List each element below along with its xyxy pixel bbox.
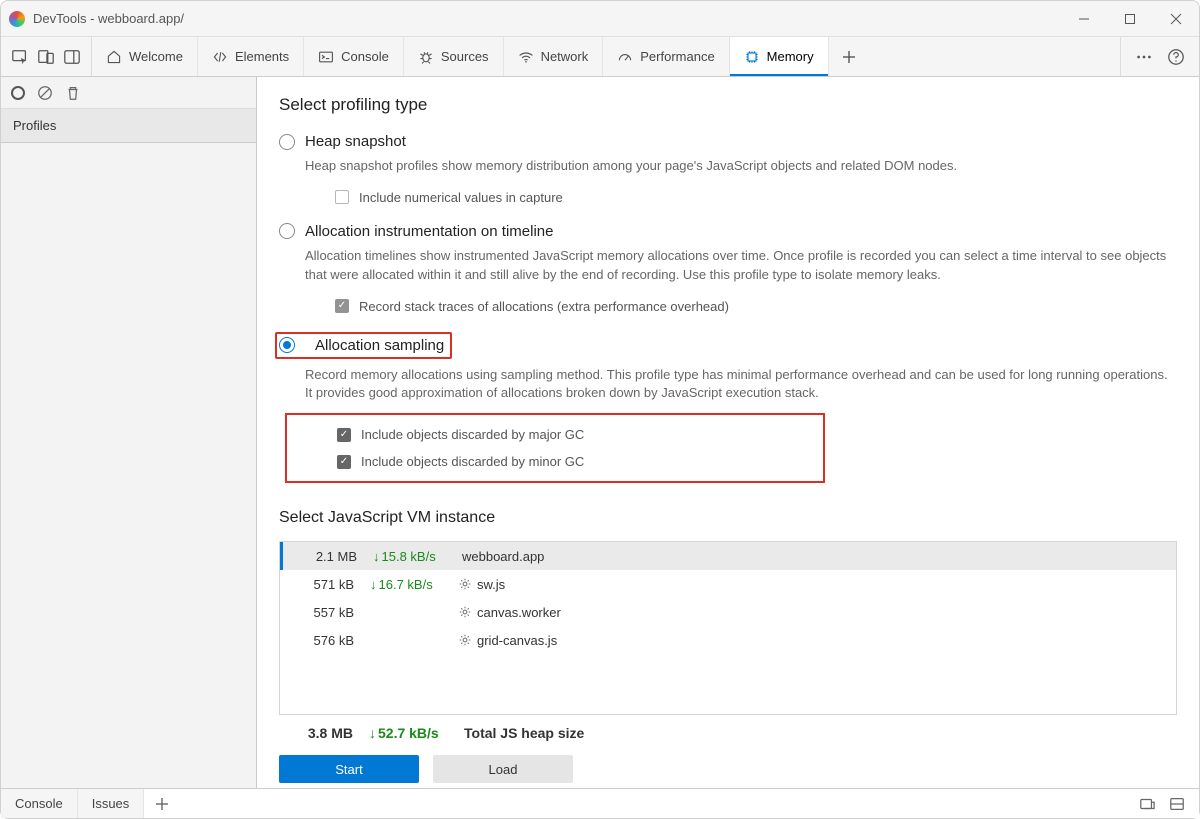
console-icon (318, 49, 334, 65)
tab-label: Sources (441, 49, 489, 64)
vm-size: 576 kB (280, 633, 370, 648)
checkbox-label: Include objects discarded by major GC (361, 427, 584, 442)
tab-label: Performance (640, 49, 714, 64)
highlight-allocation-sampling: Allocation sampling (275, 332, 452, 359)
tab-welcome[interactable]: Welcome (92, 37, 198, 76)
checkbox-label: Include numerical values in capture (359, 190, 563, 205)
tab-performance[interactable]: Performance (603, 37, 729, 76)
vm-instance-row[interactable]: 576 kB grid-canvas.js (280, 626, 1176, 654)
tab-label: Welcome (129, 49, 183, 64)
vm-name: sw.js (455, 577, 1176, 592)
trash-icon[interactable] (65, 85, 81, 101)
sampling-description: Record memory allocations using sampling… (305, 366, 1177, 404)
radio-allocation-timeline[interactable]: Allocation instrumentation on timeline (279, 219, 1177, 244)
vm-name: webboard.app (458, 549, 1176, 564)
checkbox-include-numerical[interactable]: Include numerical values in capture (335, 186, 1177, 209)
checkbox-minor-gc[interactable]: Include objects discarded by minor GC (337, 448, 813, 475)
checkbox-icon (337, 455, 351, 469)
radio-icon (279, 223, 295, 239)
record-icon[interactable] (11, 86, 25, 100)
radio-label: Allocation instrumentation on timeline (305, 223, 553, 240)
total-heap-label: Total JS heap size (454, 725, 584, 741)
totals-row: 3.8 MB ↓52.7 kB/s Total JS heap size (279, 715, 1177, 755)
checkbox-record-stack[interactable]: Record stack traces of allocations (extr… (335, 295, 1177, 318)
heap-description: Heap snapshot profiles show memory distr… (305, 157, 1177, 176)
tab-sources[interactable]: Sources (404, 37, 504, 76)
gauge-icon (617, 49, 633, 65)
home-icon (106, 49, 122, 65)
checkbox-label: Include objects discarded by minor GC (361, 454, 584, 469)
vm-rate: ↓15.8 kB/s (373, 549, 458, 564)
add-tab-button[interactable] (829, 37, 869, 76)
memory-icon (744, 49, 760, 65)
radio-icon (279, 134, 295, 150)
window-titlebar: DevTools - webboard.app/ (1, 1, 1199, 37)
radio-icon (279, 337, 295, 353)
radio-allocation-sampling[interactable]: Allocation sampling (279, 337, 444, 354)
tab-console[interactable]: Console (304, 37, 404, 76)
maximize-button[interactable] (1107, 1, 1153, 37)
more-icon[interactable] (1135, 48, 1153, 66)
tab-label: Elements (235, 49, 289, 64)
app-icon (9, 11, 25, 27)
devtools-tabstrip: Welcome Elements Console Sources Network… (1, 37, 1199, 77)
drawer-tab-issues[interactable]: Issues (78, 789, 145, 818)
load-button[interactable]: Load (433, 755, 573, 783)
expand-drawer-icon[interactable] (1169, 796, 1185, 812)
highlight-gc-options: Include objects discarded by major GC In… (285, 413, 825, 483)
tab-elements[interactable]: Elements (198, 37, 304, 76)
radio-label: Heap snapshot (305, 133, 406, 150)
close-button[interactable] (1153, 1, 1199, 37)
code-icon (212, 49, 228, 65)
vm-size: 2.1 MB (283, 549, 373, 564)
memory-panel-content: Select profiling type Heap snapshot Heap… (257, 77, 1199, 788)
drawer-tabstrip: Console Issues (1, 788, 1199, 818)
vm-name: canvas.worker (455, 605, 1176, 620)
start-button[interactable]: Start (279, 755, 419, 783)
radio-label: Allocation sampling (315, 337, 444, 354)
total-heap-rate: ↓52.7 kB/s (369, 725, 454, 741)
inspect-icon[interactable] (11, 48, 29, 66)
vm-instance-table: 2.1 MB↓15.8 kB/swebboard.app571 kB↓16.7 … (279, 541, 1177, 715)
tab-label: Network (541, 49, 589, 64)
tab-label: Memory (767, 49, 814, 64)
computed-icon[interactable] (1139, 796, 1155, 812)
tab-label: Console (341, 49, 389, 64)
dock-icon[interactable] (63, 48, 81, 66)
select-profiling-type-title: Select profiling type (279, 95, 1177, 115)
device-toggle-icon[interactable] (37, 48, 55, 66)
tab-network[interactable]: Network (504, 37, 604, 76)
vm-instance-row[interactable]: 557 kB canvas.worker (280, 598, 1176, 626)
gear-icon (459, 578, 471, 590)
clear-icon[interactable] (37, 85, 53, 101)
vm-name: grid-canvas.js (455, 633, 1176, 648)
vm-instance-row[interactable]: 571 kB↓16.7 kB/ssw.js (280, 570, 1176, 598)
drawer-add-tab[interactable] (144, 789, 180, 818)
vm-instance-title: Select JavaScript VM instance (279, 509, 1177, 527)
total-heap-size: 3.8 MB (279, 725, 369, 741)
vm-rate: ↓16.7 kB/s (370, 577, 455, 592)
profiles-section-header[interactable]: Profiles (1, 109, 256, 143)
memory-sidebar: Profiles (1, 77, 257, 788)
gear-icon (459, 634, 471, 646)
timeline-description: Allocation timelines show instrumented J… (305, 247, 1177, 285)
checkbox-major-gc[interactable]: Include objects discarded by major GC (337, 421, 813, 448)
gear-icon (459, 606, 471, 618)
wifi-icon (518, 49, 534, 65)
vm-size: 557 kB (280, 605, 370, 620)
minimize-button[interactable] (1061, 1, 1107, 37)
checkbox-icon (337, 428, 351, 442)
vm-size: 571 kB (280, 577, 370, 592)
checkbox-label: Record stack traces of allocations (extr… (359, 299, 729, 314)
vm-instance-row[interactable]: 2.1 MB↓15.8 kB/swebboard.app (280, 542, 1176, 570)
drawer-tab-console[interactable]: Console (1, 789, 78, 818)
checkbox-icon (335, 190, 349, 204)
bug-icon (418, 49, 434, 65)
window-title: DevTools - webboard.app/ (33, 11, 184, 26)
checkbox-icon (335, 299, 349, 313)
tab-memory[interactable]: Memory (730, 37, 829, 76)
help-icon[interactable] (1167, 48, 1185, 66)
radio-heap-snapshot[interactable]: Heap snapshot (279, 129, 1177, 154)
